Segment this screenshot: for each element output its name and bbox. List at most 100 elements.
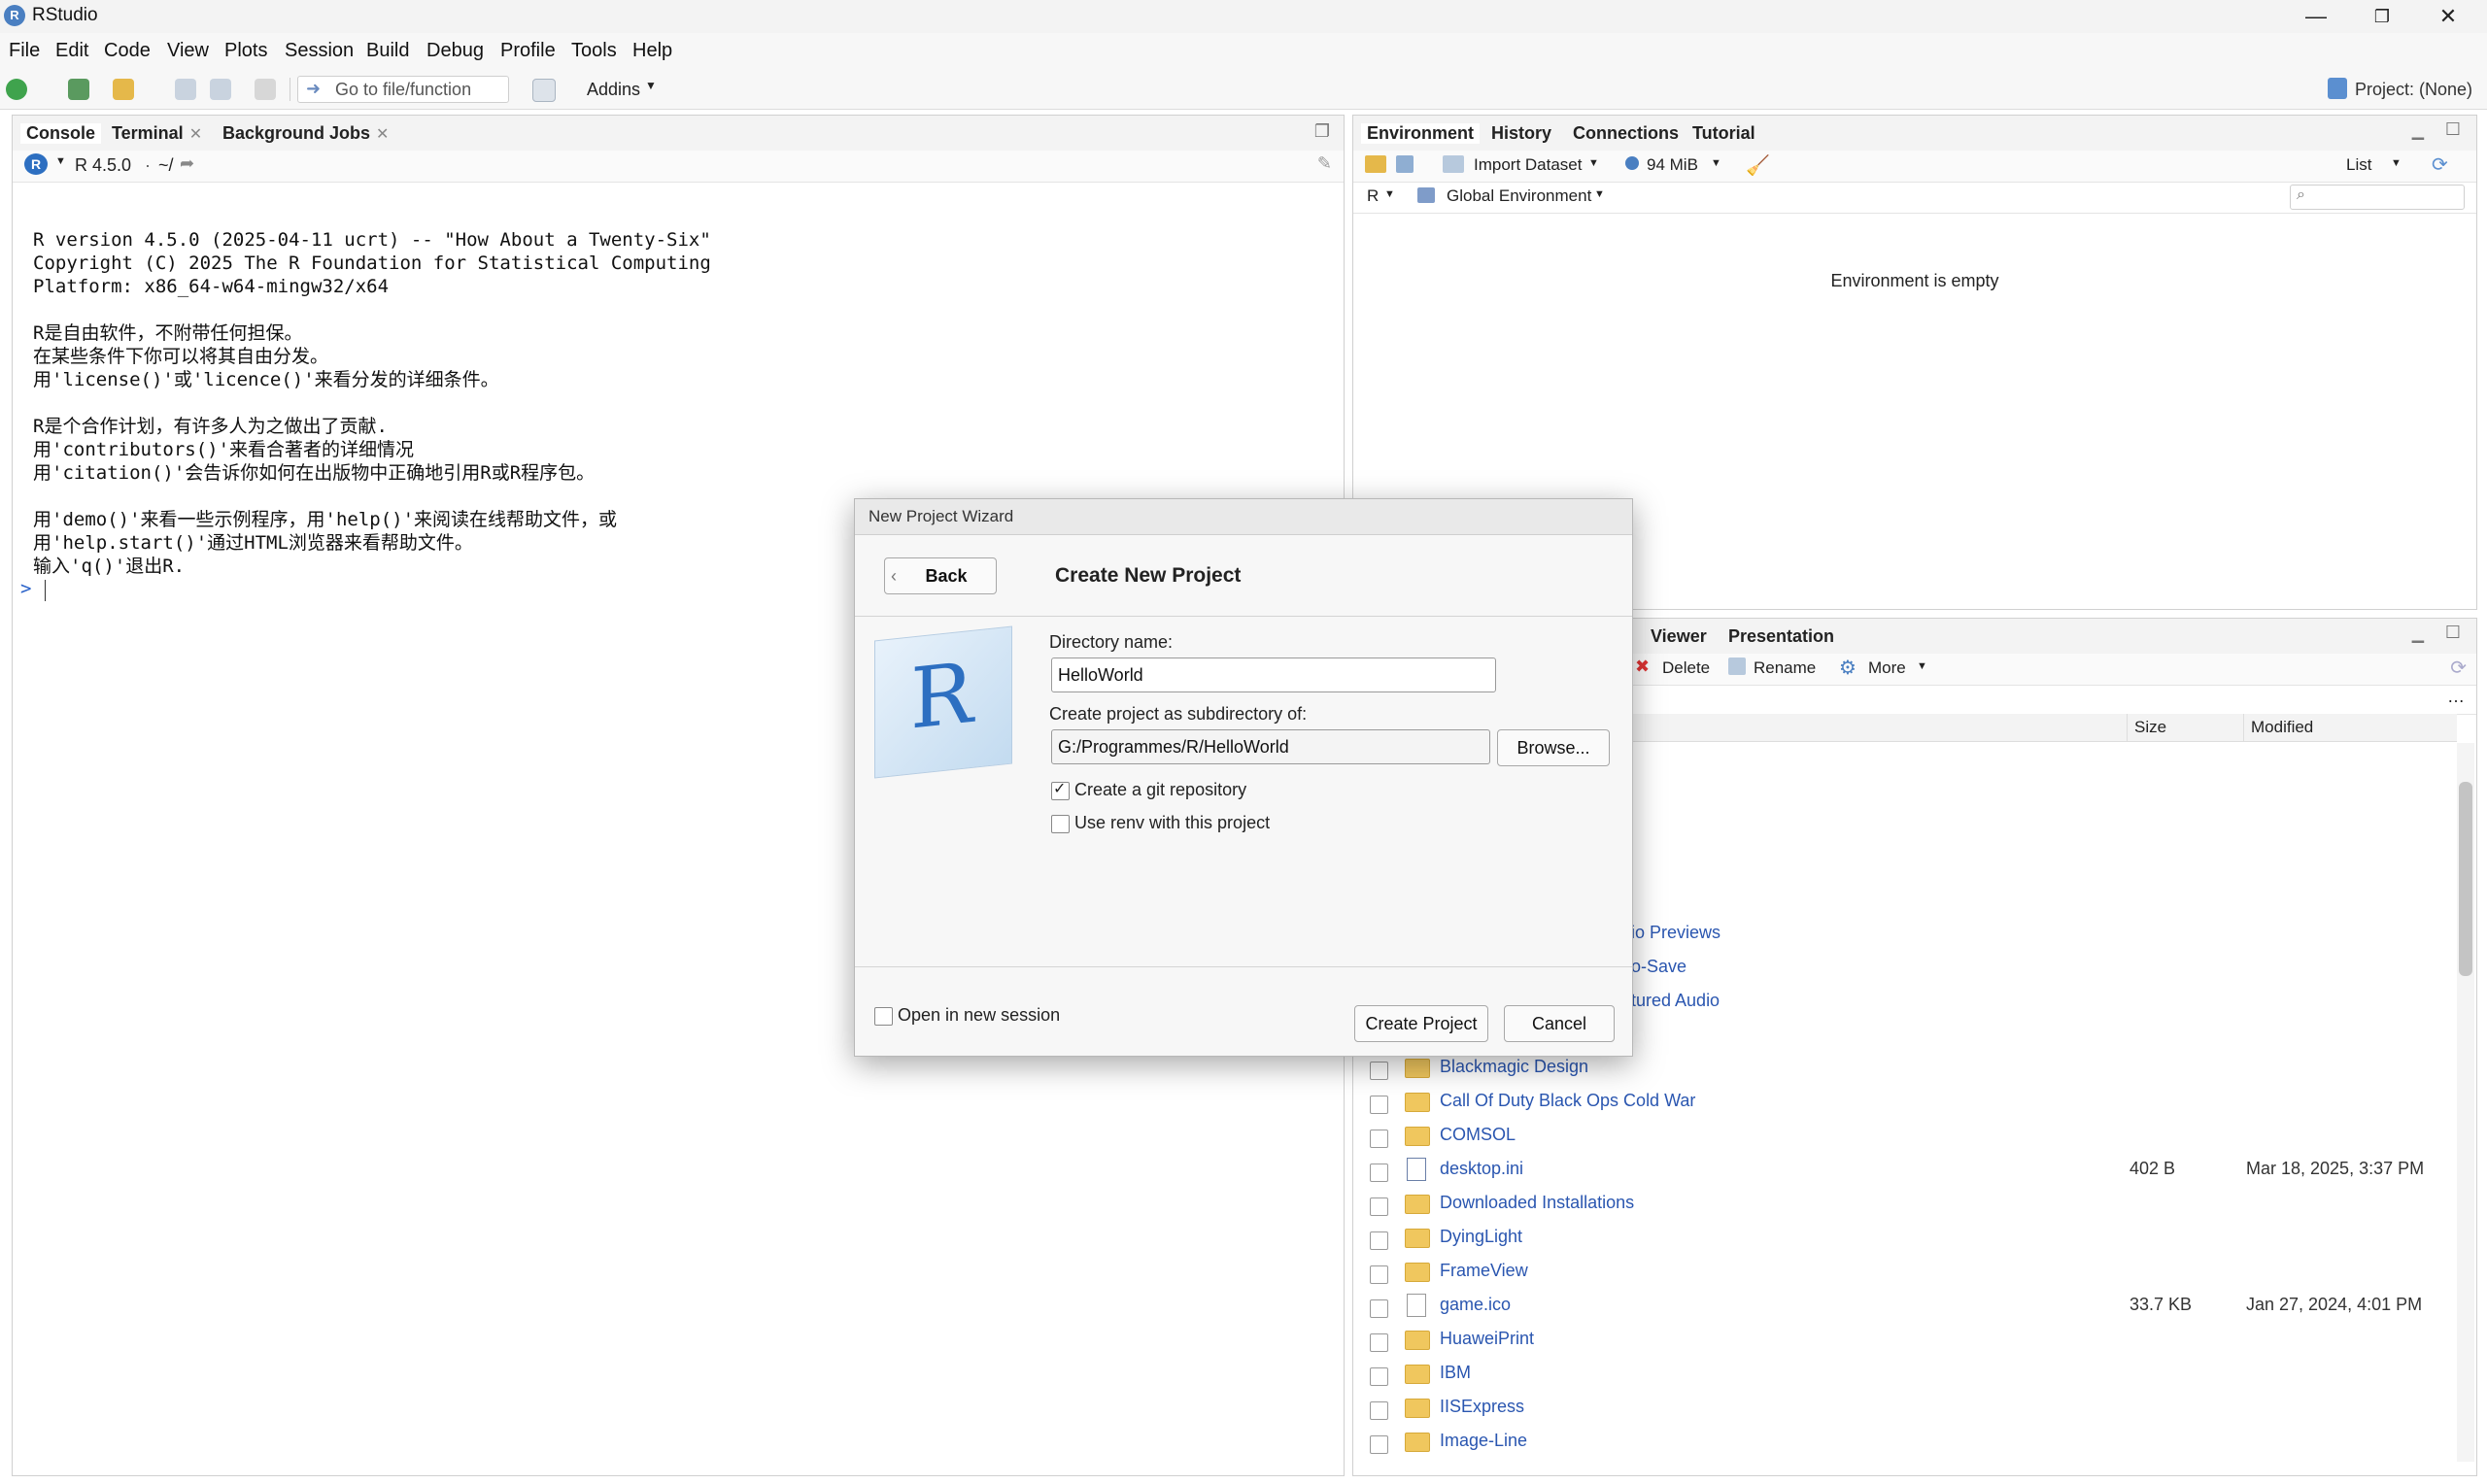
file-row-partial[interactable]: tured Audio: [1631, 991, 1720, 1011]
tab-tutorial[interactable]: Tutorial: [1692, 123, 1755, 144]
file-row[interactable]: IISExpress: [1370, 1394, 2458, 1427]
row-checkbox[interactable]: [1370, 1062, 1388, 1080]
pane-layout-icon[interactable]: [532, 79, 556, 102]
file-name[interactable]: IBM: [1440, 1363, 1471, 1383]
tab-connections[interactable]: Connections: [1573, 123, 1679, 144]
close-icon[interactable]: ✕: [2415, 0, 2481, 33]
file-row[interactable]: HuaweiPrint: [1370, 1326, 2458, 1359]
back-button[interactable]: ‹ Back: [884, 557, 997, 594]
file-name[interactable]: Image-Line: [1440, 1431, 1527, 1451]
tab-environment[interactable]: Environment: [1361, 123, 1481, 144]
rename-button[interactable]: Rename: [1754, 658, 1816, 678]
subdirectory-input[interactable]: G:/Programmes/R/HelloWorld: [1051, 729, 1490, 764]
maximize-pane-icon[interactable]: ☐: [2445, 119, 2461, 140]
console-input[interactable]: [45, 580, 46, 601]
menu-code[interactable]: Code: [104, 40, 151, 62]
cancel-button[interactable]: Cancel: [1504, 1005, 1615, 1042]
chevron-down-icon[interactable]: ▼: [1384, 188, 1395, 200]
file-row[interactable]: COMSOL: [1370, 1122, 2458, 1155]
chevron-down-icon[interactable]: ▼: [1917, 660, 1927, 672]
file-name[interactable]: DyingLight: [1440, 1227, 1522, 1247]
row-checkbox[interactable]: [1370, 1333, 1388, 1352]
file-name[interactable]: IISExpress: [1440, 1397, 1524, 1417]
save-icon[interactable]: [175, 79, 196, 100]
column-size[interactable]: Size: [2134, 718, 2166, 737]
import-dataset-button[interactable]: Import Dataset: [1474, 155, 1583, 175]
tab-viewer[interactable]: Viewer: [1651, 626, 1707, 647]
row-checkbox[interactable]: [1370, 1096, 1388, 1114]
column-modified[interactable]: Modified: [2251, 718, 2313, 737]
file-row[interactable]: DyingLight: [1370, 1224, 2458, 1257]
menu-file[interactable]: File: [9, 40, 40, 62]
row-checkbox[interactable]: [1370, 1367, 1388, 1386]
file-name[interactable]: desktop.ini: [1440, 1159, 1523, 1179]
save-workspace-icon[interactable]: [1396, 155, 1414, 173]
refresh-icon[interactable]: ⟳: [2450, 656, 2467, 680]
tab-history[interactable]: History: [1491, 123, 1551, 144]
menu-help[interactable]: Help: [632, 40, 672, 62]
file-row[interactable]: Blackmagic Design: [1370, 1054, 2458, 1087]
row-checkbox[interactable]: [1370, 1130, 1388, 1148]
row-checkbox[interactable]: [1370, 1401, 1388, 1420]
file-row-partial[interactable]: o-Save: [1631, 957, 1686, 977]
row-checkbox[interactable]: [1370, 1299, 1388, 1318]
print-icon[interactable]: [255, 79, 276, 100]
file-row[interactable]: game.ico 33.7 KB Jan 27, 2024, 4:01 PM: [1370, 1292, 2458, 1325]
chevron-down-icon[interactable]: ▼: [55, 155, 66, 167]
minimize-pane-icon[interactable]: ▁: [2412, 121, 2424, 141]
clear-console-icon[interactable]: ✎: [1317, 153, 1332, 174]
files-scrollbar[interactable]: [2457, 743, 2474, 1462]
file-row[interactable]: Call Of Duty Black Ops Cold War: [1370, 1088, 2458, 1121]
project-menu[interactable]: Project: (None): [2355, 80, 2472, 100]
menu-profile[interactable]: Profile: [500, 40, 556, 62]
go-to-directory-icon[interactable]: ➦: [180, 153, 194, 174]
menu-plots[interactable]: Plots: [224, 40, 267, 62]
list-view-toggle[interactable]: List: [2346, 155, 2371, 175]
row-checkbox[interactable]: [1370, 1197, 1388, 1216]
file-row[interactable]: IBM: [1370, 1360, 2458, 1393]
row-checkbox[interactable]: [1370, 1265, 1388, 1284]
chevron-down-icon[interactable]: ▼: [1594, 188, 1605, 200]
memory-usage[interactable]: 94 MiB: [1647, 155, 1698, 175]
load-workspace-icon[interactable]: [1365, 155, 1386, 173]
scrollbar-thumb[interactable]: [2459, 782, 2472, 976]
new-file-icon[interactable]: [6, 79, 27, 100]
file-row[interactable]: desktop.ini 402 B Mar 18, 2025, 3:37 PM: [1370, 1156, 2458, 1189]
file-row[interactable]: Image-Line: [1370, 1428, 2458, 1461]
chevron-down-icon[interactable]: ▼: [645, 79, 657, 92]
git-repo-checkbox[interactable]: [1051, 779, 1070, 800]
menu-debug[interactable]: Debug: [426, 40, 484, 62]
directory-name-input[interactable]: HelloWorld: [1051, 658, 1496, 692]
tab-console[interactable]: Console: [20, 123, 102, 144]
chevron-down-icon[interactable]: ▼: [1588, 157, 1599, 169]
menu-session[interactable]: Session: [285, 40, 354, 62]
file-name[interactable]: Downloaded Installations: [1440, 1193, 1634, 1213]
new-session-checkbox[interactable]: [874, 1007, 893, 1026]
chevron-down-icon[interactable]: ▼: [2391, 157, 2402, 169]
file-name[interactable]: FrameView: [1440, 1261, 1528, 1281]
open-file-icon[interactable]: [113, 79, 134, 100]
tab-presentation[interactable]: Presentation: [1728, 626, 1834, 647]
chevron-down-icon[interactable]: ▼: [1711, 157, 1721, 169]
renv-checkbox[interactable]: [1051, 815, 1070, 833]
goto-file-input[interactable]: ➜ Go to file/function: [297, 76, 509, 103]
create-project-button[interactable]: Create Project: [1354, 1005, 1488, 1042]
file-name[interactable]: HuaweiPrint: [1440, 1329, 1534, 1349]
save-all-icon[interactable]: [210, 79, 231, 100]
file-row[interactable]: Downloaded Installations: [1370, 1190, 2458, 1223]
file-name[interactable]: Call Of Duty Black Ops Cold War: [1440, 1091, 1695, 1111]
environment-scope[interactable]: Global Environment: [1447, 186, 1591, 206]
file-name[interactable]: COMSOL: [1440, 1125, 1516, 1145]
delete-button[interactable]: Delete: [1662, 658, 1710, 678]
file-row[interactable]: FrameView: [1370, 1258, 2458, 1291]
tab-background-jobs[interactable]: Background Jobs ✕: [222, 123, 389, 144]
minimize-icon[interactable]: —: [2283, 0, 2349, 33]
restore-icon[interactable]: ❐: [2349, 0, 2415, 33]
menu-build[interactable]: Build: [366, 40, 409, 62]
maximize-pane-icon[interactable]: ❐: [1314, 121, 1330, 142]
more-menu[interactable]: More: [1868, 658, 1906, 678]
row-checkbox[interactable]: [1370, 1231, 1388, 1250]
language-selector[interactable]: R: [1367, 186, 1379, 206]
row-checkbox[interactable]: [1370, 1435, 1388, 1454]
refresh-icon[interactable]: ⟳: [2432, 152, 2448, 177]
